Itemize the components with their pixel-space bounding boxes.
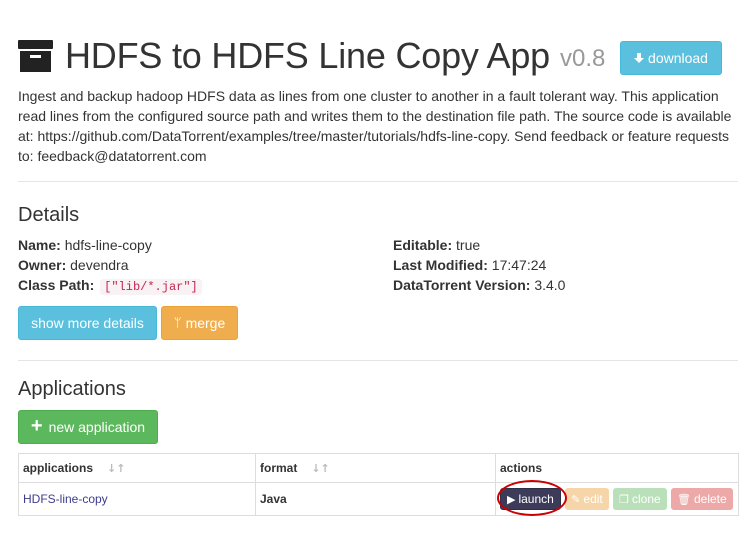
classpath-value: ["lib/*.jar"] (100, 279, 202, 295)
format-value: Java (260, 492, 287, 506)
name-value: hdfs-line-copy (64, 237, 152, 253)
modified-label: Last Modified: (393, 257, 488, 273)
delete-button[interactable]: 🗑 delete (671, 488, 733, 510)
name-row: Name: hdfs-line-copy (18, 235, 202, 255)
fork-icon: ᛘ (173, 315, 182, 331)
new-application-button[interactable]: + new application (18, 410, 158, 444)
column-header-format[interactable]: format ↓↑ (255, 453, 496, 483)
merge-button[interactable]: ᛘ merge (161, 306, 238, 340)
clone-button[interactable]: ❐ clone (613, 488, 667, 510)
plus-icon: + (30, 414, 43, 437)
sort-icon: ↓↑ (311, 462, 330, 475)
divider (18, 181, 738, 182)
classpath-label: Class Path: (18, 277, 95, 293)
show-more-details-button[interactable]: show more details (18, 306, 157, 340)
dt-version-row: DataTorrent Version: 3.4.0 (393, 275, 565, 295)
new-application-label: new application (48, 419, 146, 435)
archive-icon (18, 40, 53, 72)
editable-row: Editable: true (393, 235, 565, 255)
merge-label: merge (185, 315, 226, 331)
column-header-actions: actions (495, 453, 739, 483)
actions-cell: ▶ launch ✎ edit ❐ clone 🗑 delete (495, 480, 739, 516)
applications-heading: Applications (18, 378, 126, 400)
column-header-applications[interactable]: applications ↓↑ (18, 453, 256, 483)
app-description: Ingest and backup hadoop HDFS data as li… (18, 88, 732, 164)
table-row: HDFS-line-copy Java ▶ launch ✎ edit ❐ cl… (18, 480, 739, 516)
edit-button[interactable]: ✎ edit (565, 488, 609, 510)
download-button[interactable]: download (620, 41, 722, 75)
trash-icon: 🗑 (677, 492, 691, 506)
details-heading: Details (18, 204, 80, 226)
dt-version-label: DataTorrent Version: (393, 277, 531, 293)
editable-label: Editable: (393, 237, 453, 253)
version-label: v0.8 (560, 45, 606, 72)
launch-button[interactable]: ▶ launch (500, 488, 561, 510)
table-header-row: applications ↓↑ format ↓↑ actions (18, 453, 739, 483)
modified-row: Last Modified: 17:47:24 (393, 255, 565, 275)
download-icon (634, 52, 645, 64)
page-header: HDFS to HDFS Line Copy App v0.8 (18, 34, 605, 78)
sort-icon: ↓↑ (107, 462, 126, 475)
dt-version-value: 3.4.0 (534, 277, 566, 293)
edit-icon: ✎ (571, 492, 581, 506)
name-label: Name: (18, 237, 61, 253)
application-link[interactable]: HDFS-line-copy (23, 492, 108, 506)
clone-icon: ❐ (619, 492, 629, 506)
download-label: download (648, 50, 708, 66)
owner-label: Owner: (18, 257, 67, 273)
format-cell: Java (255, 482, 496, 516)
application-name-cell: HDFS-line-copy (18, 482, 256, 516)
owner-value: devendra (70, 257, 129, 273)
divider (18, 360, 738, 361)
modified-value: 17:47:24 (491, 257, 547, 273)
play-icon: ▶ (507, 492, 516, 506)
page-title: HDFS to HDFS Line Copy App (65, 35, 551, 76)
classpath-row: Class Path: ["lib/*.jar"] (18, 275, 202, 297)
applications-table: applications ↓↑ format ↓↑ actions HDFS-lin… (18, 453, 739, 516)
show-more-label: show more details (31, 315, 144, 331)
owner-row: Owner: devendra (18, 255, 202, 275)
editable-value: true (456, 237, 481, 253)
